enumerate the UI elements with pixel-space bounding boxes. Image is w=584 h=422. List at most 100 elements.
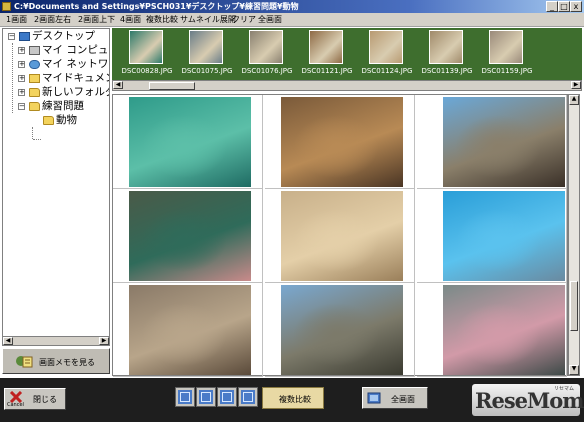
folder-icon <box>29 87 40 97</box>
desktop-icon <box>19 31 30 41</box>
folder-open-icon <box>43 115 54 125</box>
grid-cell[interactable] <box>417 283 567 377</box>
close-window-button[interactable]: x <box>570 1 582 12</box>
tree-horizontal-scrollbar[interactable]: ◀ ▶ <box>2 336 110 346</box>
window-title: C:¥Documents and Settings¥PSCH031¥デスクトップ… <box>14 2 299 11</box>
fullscreen-button[interactable]: 全画面 <box>362 387 428 409</box>
bottom-toolbar: Cancel 閉じる 複数比較 全画面 ReseMom リセマム <box>0 378 584 422</box>
thumbnail-image[interactable] <box>129 30 163 64</box>
tree-node-label: マイドキュメン <box>42 72 110 84</box>
resemom-logo: ReseMom リセマム <box>472 384 584 416</box>
scroll-up-icon[interactable]: ▲ <box>569 95 579 105</box>
app-icon <box>2 2 11 11</box>
layout-1-screen-button[interactable] <box>175 387 195 407</box>
grid-cell[interactable] <box>265 189 415 283</box>
thumbnail-image[interactable] <box>249 30 283 64</box>
thumbnail-item[interactable]: DSC01121.JPG <box>298 30 356 78</box>
thumbnail-item[interactable]: DSC01075.JPG <box>178 30 236 78</box>
photo-dolphin[interactable] <box>443 191 565 281</box>
expand-icon[interactable]: + <box>18 47 25 54</box>
scrollbar-thumb[interactable] <box>149 82 195 90</box>
view-memo-button[interactable]: 画面メモを見る <box>2 348 110 374</box>
layout-2-vertical-button[interactable] <box>217 387 237 407</box>
grid-cell[interactable] <box>113 95 263 189</box>
menu-2-screen-vertical[interactable]: 2画面上下 <box>78 14 115 25</box>
maximize-button[interactable]: □ <box>558 1 570 12</box>
tree-node-label: マイ コンピュー <box>42 44 109 56</box>
network-icon <box>29 59 40 69</box>
tree-node-label: マイ ネットワー <box>42 58 109 70</box>
title-bar: C:¥Documents and Settings¥PSCH031¥デスクトップ… <box>0 0 584 13</box>
grid-cell[interactable] <box>417 95 567 189</box>
tree-node-label: デスクトップ <box>32 30 95 42</box>
thumbnail-filename: DSC01075.JPG <box>181 67 233 75</box>
menu-4-screen[interactable]: 4画面 <box>120 14 141 25</box>
thumbnail-image[interactable] <box>369 30 403 64</box>
photo-shark-aquarium[interactable] <box>129 97 251 187</box>
grid-cell[interactable] <box>113 283 263 377</box>
grid-cell[interactable] <box>417 189 567 283</box>
scroll-down-icon[interactable]: ▼ <box>569 365 579 375</box>
layout-2-horizontal-button[interactable] <box>196 387 216 407</box>
scroll-left-icon[interactable]: ◀ <box>3 337 13 345</box>
thumbnail-filename: DSC01139.JPG <box>421 67 473 75</box>
thumbnail-item[interactable]: DSC00828.JPG <box>118 30 176 78</box>
documents-icon <box>29 73 40 83</box>
thumbnail-item[interactable]: DSC01139.JPG <box>418 30 476 78</box>
folder-tree: − デスクトップ + マイ コンピュー + マイ ネットワー + マイドキュメン… <box>2 28 110 346</box>
thumbnail-item[interactable]: DSC01159.JPG <box>478 30 536 78</box>
multi-compare-button[interactable]: 複数比較 <box>262 387 324 409</box>
thumbnail-image[interactable] <box>309 30 343 64</box>
scroll-right-icon[interactable]: ▶ <box>571 81 581 89</box>
expand-icon[interactable]: + <box>18 61 25 68</box>
menu-fullscreen[interactable]: 全画面 <box>258 14 282 25</box>
photo-flamingos-rocks[interactable] <box>443 285 565 375</box>
tree-node-label: 動物 <box>56 114 77 126</box>
grid-cell[interactable] <box>113 189 263 283</box>
grid-cell[interactable] <box>265 283 415 377</box>
photo-lion-behind-fence[interactable] <box>129 285 251 375</box>
thumbnail-filename: DSC00828.JPG <box>121 67 173 75</box>
close-button[interactable]: Cancel 閉じる <box>4 388 66 410</box>
thumbnail-filename: DSC01159.JPG <box>481 67 533 75</box>
photo-meerkats[interactable] <box>281 191 403 281</box>
menu-thumbnail-expand[interactable]: サムネイル展開 <box>180 14 236 25</box>
close-label: 閉じる <box>33 395 57 404</box>
view-memo-label: 画面メモを見る <box>39 358 95 367</box>
collapse-icon[interactable]: − <box>18 103 25 110</box>
photo-lions-resting[interactable] <box>281 97 403 187</box>
minimize-button[interactable]: _ <box>546 1 558 12</box>
fullscreen-icon <box>367 392 381 404</box>
thumbnail-image[interactable] <box>189 30 223 64</box>
menu-clear[interactable]: クリア <box>232 14 256 25</box>
computer-icon <box>29 45 40 55</box>
scroll-right-icon[interactable]: ▶ <box>99 337 109 345</box>
thumbnail-image[interactable] <box>429 30 463 64</box>
menu-multi-compare[interactable]: 複数比較 <box>146 14 178 25</box>
thumbnail-filename: DSC01124.JPG <box>361 67 413 75</box>
thumbnail-filename: DSC01076.JPG <box>241 67 293 75</box>
collapse-icon[interactable]: − <box>8 33 15 40</box>
tree-node-label: 練習問題 <box>42 100 84 112</box>
photo-zebras[interactable] <box>281 285 403 375</box>
thumbnail-image[interactable] <box>489 30 523 64</box>
folder-icon <box>29 101 40 111</box>
thumbnail-scrollbar[interactable]: ◀ ▶ <box>112 80 582 91</box>
expand-icon[interactable]: + <box>18 89 25 96</box>
photo-flamingo-pond[interactable] <box>129 191 251 281</box>
photo-water-buffalo[interactable] <box>443 97 565 187</box>
tree-node-label: 新しいフォルダ <box>42 86 110 98</box>
expand-icon[interactable]: + <box>18 75 25 82</box>
fullscreen-label: 全画面 <box>391 395 415 404</box>
menu-bar: 1画面 2画面左右 2画面上下 4画面 複数比較 サムネイル展開 クリア 全画面 <box>0 13 584 27</box>
menu-1-screen[interactable]: 1画面 <box>6 14 27 25</box>
layout-4-screen-button[interactable] <box>238 387 258 407</box>
menu-2-screen-horizontal[interactable]: 2画面左右 <box>34 14 71 25</box>
logo-small-text: リセマム <box>554 386 575 392</box>
grid-cell[interactable] <box>265 95 415 189</box>
grid-vertical-scrollbar[interactable]: ▲ ▼ <box>568 94 580 376</box>
thumbnail-item[interactable]: DSC01076.JPG <box>238 30 296 78</box>
scrollbar-thumb[interactable] <box>570 281 578 331</box>
scroll-left-icon[interactable]: ◀ <box>113 81 123 89</box>
thumbnail-item[interactable]: DSC01124.JPG <box>358 30 416 78</box>
